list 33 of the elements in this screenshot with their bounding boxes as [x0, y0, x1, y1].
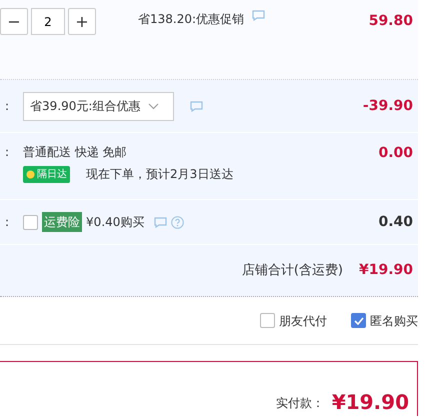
minus-button[interactable]: −: [0, 8, 28, 35]
discount-amount: -39.90: [362, 96, 413, 116]
delivery-badge: 隔日达: [23, 166, 70, 182]
payable-amount: ¥19.90: [332, 392, 409, 412]
plus-button[interactable]: +: [68, 8, 96, 35]
option-checkbox[interactable]: [351, 313, 366, 328]
option-checkbox[interactable]: [260, 313, 275, 328]
chevron-down-icon: [148, 102, 160, 110]
help-icon[interactable]: [171, 216, 184, 228]
delivery-amount: 0.00: [378, 144, 413, 163]
payable-label: 实付款：: [276, 395, 324, 412]
colon-text: :: [5, 214, 10, 231]
delivery-method: 普通配送 快递 免邮: [23, 144, 128, 161]
insurance-tag: 运费险: [42, 212, 82, 232]
item-price: 59.80: [368, 12, 413, 31]
dot-icon: [26, 170, 36, 178]
chat-icon: [190, 101, 204, 112]
insurance-offer: ¥0.40购买: [86, 214, 144, 231]
quantity-field[interactable]: 2: [31, 8, 65, 35]
insurance-amount: 0.40: [378, 212, 413, 232]
discount-select[interactable]: 省39.90元:组合优惠: [23, 92, 174, 120]
check-icon: [354, 316, 364, 324]
insurance-checkbox[interactable]: [23, 214, 38, 230]
shop-total-amount: ¥19.90: [358, 261, 413, 280]
chat-icon: [252, 10, 266, 21]
chat-icon: [154, 216, 168, 228]
delivery-eta: 现在下单，预计2月3日送达: [86, 166, 234, 183]
shop-total-label: 店铺合计(含运费): [242, 262, 343, 280]
option-label: 朋友代付: [279, 312, 327, 330]
colon-text: :: [5, 98, 10, 115]
option-label: 匿名购买: [370, 312, 418, 330]
promo-text: 省138.20:优惠促销: [138, 11, 244, 28]
colon-text: :: [5, 144, 10, 161]
